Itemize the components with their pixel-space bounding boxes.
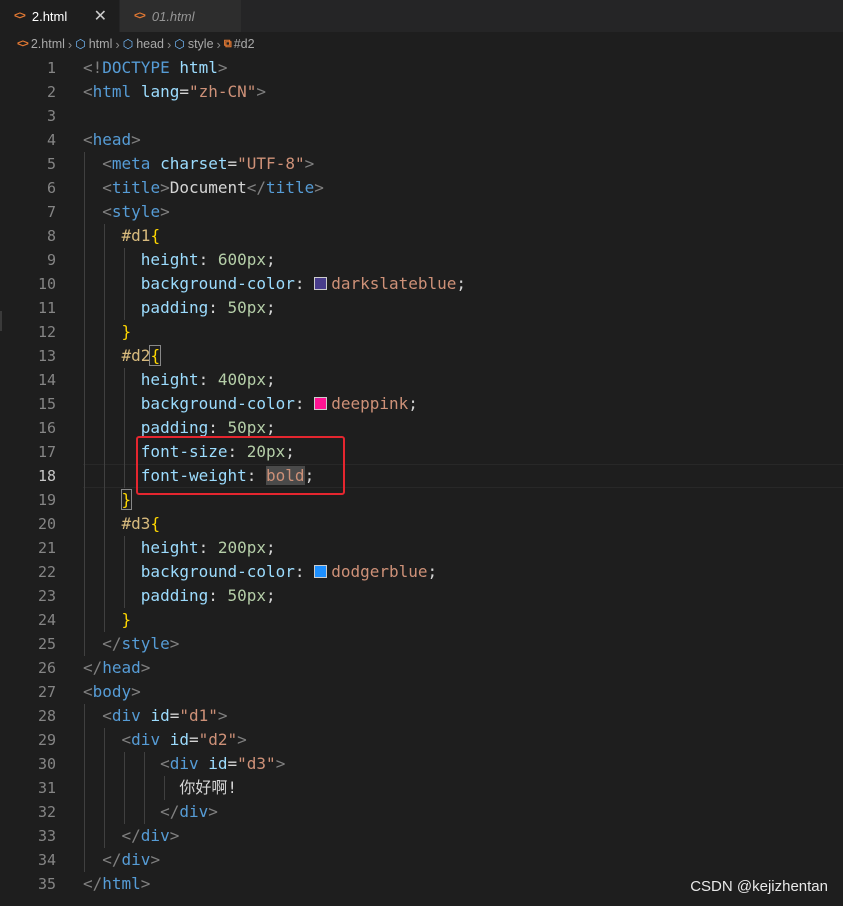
code-line: 24 }	[37, 610, 132, 629]
code-line: 29 <div id="d2">	[37, 730, 247, 749]
code-line: 9 height: 600px;	[46, 250, 276, 269]
code-line: 4 <head>	[46, 130, 141, 149]
chevron-right-icon: ›	[115, 36, 120, 52]
color-swatch-deeppink[interactable]	[314, 397, 328, 410]
code-line: 16 padding: 50px;	[37, 418, 276, 437]
code-editor[interactable]: 1 <!DOCTYPE html> 2 <html lang="zh-CN"> 3 …	[0, 56, 843, 906]
code-line: 30 <div id="d3">	[37, 754, 286, 773]
color-swatch-darkslateblue[interactable]	[314, 277, 328, 290]
breadcrumb-item-d2[interactable]: ⧉ #d2	[224, 37, 255, 51]
code-line: 3	[46, 107, 56, 125]
code-line: 21 height: 200px;	[37, 538, 276, 557]
breadcrumb-item-html[interactable]: ⬡ html	[75, 37, 112, 51]
element-icon: ⬡	[75, 37, 86, 51]
code-line: 10 background-color: darkslateblue;	[37, 274, 467, 293]
code-line: 2 <html lang="zh-CN">	[46, 82, 267, 101]
code-line: 19 }	[37, 489, 133, 510]
annotation-highlight-box	[136, 436, 345, 495]
code-line: 7 <style>	[46, 202, 170, 221]
close-icon[interactable]: ✕	[94, 6, 107, 26]
element-icon: ⬡	[174, 37, 185, 51]
chevron-right-icon: ›	[216, 36, 221, 52]
code-line: 17 font-size: 20px;	[37, 442, 295, 461]
code-line-current: 18 font-weight: bold;	[37, 466, 315, 485]
code-line: 26 </head>	[37, 658, 151, 677]
code-line: 15 background-color: deeppink;	[37, 394, 418, 413]
code-line: 6 <title>Document</title>	[46, 178, 324, 197]
breadcrumb-item-head[interactable]: ⬡ head	[123, 37, 164, 51]
code-line: 34 </div>	[37, 850, 161, 869]
code-line: 27 <body>	[37, 682, 141, 701]
element-icon: ⬡	[122, 37, 134, 51]
code-line: 12 }	[37, 322, 132, 341]
selector-icon: ⧉	[223, 37, 232, 50]
code-line: 23 padding: 50px;	[37, 586, 276, 605]
tab-2-html[interactable]: <> 2.html ✕	[0, 0, 120, 32]
code-line: 20 #d3{	[37, 514, 161, 533]
code-line: 8 #d1{	[46, 226, 161, 245]
code-line: 31 你好啊!	[37, 778, 237, 797]
tab-label: 2.html	[31, 8, 68, 24]
breadcrumb: <> 2.html › ⬡ html › ⬡ head › ⬡ style › …	[0, 32, 843, 56]
code-line: 11 padding: 50px;	[37, 298, 276, 317]
color-swatch-dodgerblue[interactable]	[314, 565, 328, 578]
code-line: 32 </div>	[37, 802, 218, 821]
watermark: CSDN @kejizhentan	[690, 878, 828, 895]
code-line: 22 background-color: dodgerblue;	[37, 562, 438, 581]
code-line: 5 <meta charset="UTF-8">	[46, 154, 315, 173]
tab-01-html[interactable]: <> 01.html	[120, 0, 242, 32]
html-file-icon: <>	[17, 38, 29, 50]
editor-tab-bar: <> 2.html ✕ <> 01.html	[0, 0, 843, 32]
chevron-right-icon: ›	[67, 36, 73, 52]
code-line: 33 </div>	[37, 826, 180, 845]
code-line: 14 height: 400px;	[37, 370, 276, 389]
html-file-icon: <>	[14, 10, 26, 22]
code-line: 28 <div id="d1">	[37, 706, 228, 725]
code-line: 13 #d2{	[37, 345, 162, 366]
code-line: 25 </style>	[37, 634, 180, 653]
chevron-right-icon: ›	[167, 36, 172, 52]
breadcrumb-item-file[interactable]: <> 2.html	[17, 37, 65, 51]
breadcrumb-item-style[interactable]: ⬡ style	[174, 37, 213, 51]
tab-label: 01.html	[151, 8, 195, 24]
code-line: 1 <!DOCTYPE html>	[46, 58, 228, 77]
html-file-icon: <>	[134, 10, 146, 22]
